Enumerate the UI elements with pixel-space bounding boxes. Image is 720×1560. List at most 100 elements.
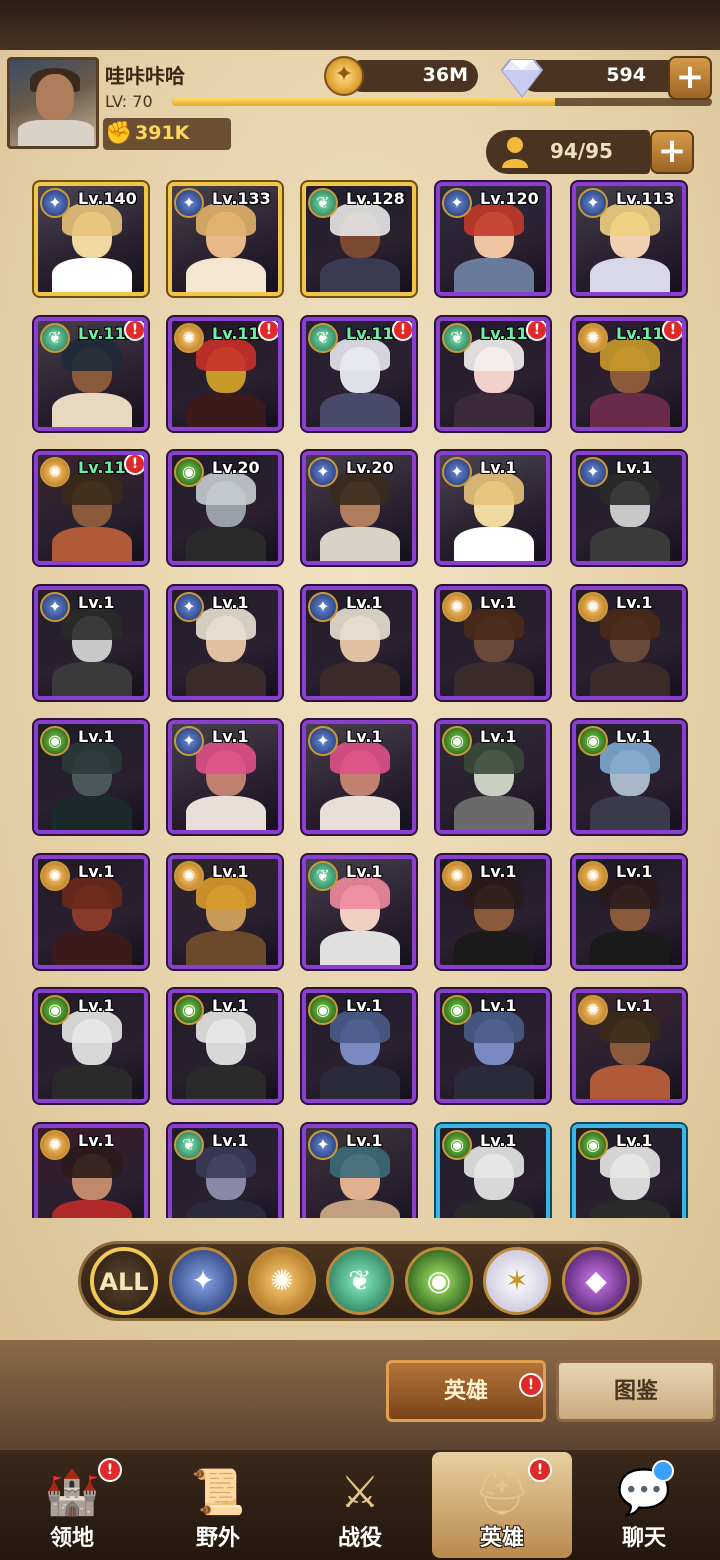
hero-card[interactable]: ✦ Lv.1 [168,585,282,700]
hero-level: Lv.20 [346,458,394,477]
hero-card[interactable]: ✦ Lv.20 [302,451,416,565]
hero-body [52,1065,132,1099]
filter-celestial-button[interactable]: ✶ [483,1247,551,1315]
filter-wilder-button[interactable]: ❦ [326,1247,394,1315]
hero-card[interactable]: ✦ Lv.1 [302,720,416,834]
hero-card[interactable]: ✺ Lv.1 [572,585,686,700]
hero-level: Lv.1 [480,1130,517,1150]
hero-card[interactable]: ✺ Lv.1 [572,989,686,1103]
mauler-faction-icon: ✺ [578,860,608,891]
lightbearer-faction-icon: ✦ [308,591,338,622]
hero-card[interactable]: ✺ Lv.113! [572,316,686,431]
hero-body [320,258,400,292]
mauler-faction-icon: ✺ [40,860,70,891]
hero-body [320,930,400,965]
hero-level: Lv.1 [78,727,115,746]
hero-card[interactable]: ✦ Lv.140 [34,182,148,296]
hero-card[interactable]: ✺ Lv.1 [34,1123,148,1218]
hero-card[interactable]: ❦ Lv.113! [436,316,550,431]
hero-body [320,527,400,561]
lightbearer-faction-icon: ✦ [578,188,608,218]
hero-body [186,930,266,965]
nav-item-4[interactable]: 💬 聊天 [574,1452,714,1558]
lightbearer-faction-icon: ✦ [174,188,204,218]
filter-graveborn-button[interactable]: ◉ [405,1247,473,1315]
lightbearer-faction-icon: ✦ [308,726,338,756]
top-band [0,0,720,50]
hero-card[interactable]: ◉ Lv.1 [436,1123,550,1218]
hero-card[interactable]: ✺ Lv.1 [168,854,282,969]
tab-heroes[interactable]: 英雄 ! [386,1360,546,1422]
hero-card[interactable]: ✦ Lv.1 [302,1123,416,1218]
mauler-faction-icon: ✺ [578,995,608,1025]
hero-card[interactable]: ✦ Lv.113 [572,182,686,296]
hero-body [454,661,534,696]
hero-card[interactable]: ❦ Lv.113! [302,316,416,431]
mauler-faction-icon: ✺ [270,1264,294,1297]
hero-card[interactable]: ✺ Lv.1 [572,854,686,969]
hero-card[interactable]: ◉ Lv.1 [436,720,550,834]
hero-body [52,930,132,965]
hero-level: Lv.1 [212,592,249,612]
tab-codex[interactable]: 图鉴 [556,1360,716,1422]
hero-card[interactable]: ✺ Lv.1 [34,854,148,969]
hero-card[interactable]: ✦ Lv.1 [572,451,686,565]
hero-card[interactable]: ✺ Lv.113! [34,451,148,565]
filter-mauler-button[interactable]: ✺ [248,1247,316,1315]
grave-faction-icon: ◉ [40,726,70,756]
hero-body [52,796,132,830]
hero-alert-badge: ! [662,320,682,341]
filter-all-button[interactable]: ALL [90,1247,158,1315]
hero-card[interactable]: ◉ Lv.1 [168,989,282,1103]
hero-card[interactable]: ✺ Lv.1 [436,854,550,969]
player-name: 哇咔咔哈 [105,64,185,88]
hero-card[interactable]: ✦ Lv.1 [436,451,550,565]
hero-card[interactable]: ◉ Lv.1 [572,720,686,834]
hero-level: Lv.1 [616,458,653,477]
hero-card[interactable]: ❦ Lv.1 [168,1123,282,1218]
hero-level: Lv.1 [212,996,249,1015]
hero-level: Lv.1 [616,1130,653,1150]
hero-card[interactable]: ✺ Lv.1 [436,585,550,700]
filter-hypogean-button[interactable]: ◆ [562,1247,630,1315]
hero-card[interactable]: ✦ Lv.1 [168,720,282,834]
hero-level: Lv.1 [346,1130,383,1150]
filter-all-label: ALL [99,1268,149,1296]
grave-faction-icon: ◉ [174,995,204,1025]
filter-lightbearer-button[interactable]: ✦ [169,1247,237,1315]
expand-roster-button[interactable]: + [650,130,694,174]
wilder-faction-icon: ❦ [308,188,338,218]
hero-card[interactable]: ❦ Lv.1 [302,854,416,969]
hero-card[interactable]: ◉ Lv.1 [436,989,550,1103]
hero-level: Lv.1 [480,727,517,746]
hero-alert-badge: ! [258,320,278,341]
lightbearer-faction-icon: ✦ [174,726,204,756]
hero-card[interactable]: ◉ Lv.1 [572,1123,686,1218]
nav-item-label: 聊天 [621,1526,666,1551]
hero-alert-badge: ! [124,320,144,341]
hero-level: Lv.1 [78,592,115,612]
hero-body [320,1199,400,1218]
hero-body [590,527,670,561]
hero-card[interactable]: ◉ Lv.20 [168,451,282,565]
nav-item-2[interactable]: ⚔ 战役 [290,1452,430,1558]
hero-card[interactable]: ❦ Lv.128 [302,182,416,296]
player-avatar[interactable] [7,57,99,149]
hero-level: Lv.1 [480,861,517,881]
hero-body [590,392,670,427]
wilder-faction-icon: ❦ [40,322,70,353]
buy-diamonds-button[interactable]: + [668,56,712,100]
hero-card[interactable]: ✦ Lv.120 [436,182,550,296]
nav-item-3[interactable]: ⛑ 英雄! [432,1452,572,1558]
nav-item-0[interactable]: 🏰 领地! [2,1452,142,1558]
hero-card[interactable]: ❦ Lv.113! [34,316,148,431]
hero-body [52,258,132,292]
hero-card[interactable]: ✦ Lv.1 [302,585,416,700]
hero-card[interactable]: ✺ Lv.113! [168,316,282,431]
hero-card[interactable]: ✦ Lv.133 [168,182,282,296]
hero-card[interactable]: ✦ Lv.1 [34,585,148,700]
hero-card[interactable]: ◉ Lv.1 [302,989,416,1103]
hero-card[interactable]: ◉ Lv.1 [34,989,148,1103]
hero-card[interactable]: ◉ Lv.1 [34,720,148,834]
nav-item-1[interactable]: 📜 野外 [148,1452,288,1558]
